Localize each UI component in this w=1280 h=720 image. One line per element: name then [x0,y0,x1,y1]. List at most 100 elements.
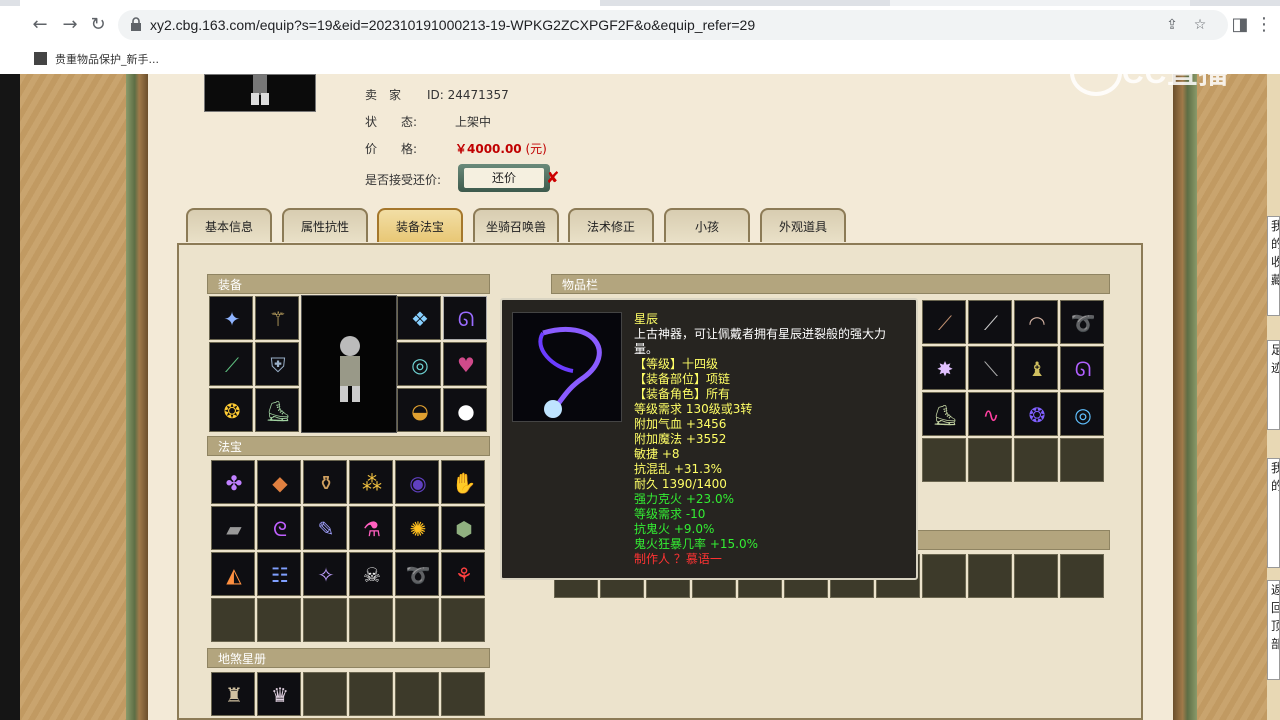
inventory-slot[interactable]: ⟋ [922,300,966,344]
equip-slot[interactable]: ● [443,388,487,432]
bookmark-item[interactable]: 贵重物品保护_新手... [55,51,159,67]
tooltip-maker: 制作人 ？慕语一 [634,552,722,566]
inventory-slot[interactable]: ◎ [1060,392,1104,436]
treasure-slot[interactable]: ✤ [211,460,255,504]
side-card-top[interactable]: 返回顶部 [1267,580,1280,680]
back-icon[interactable]: ← [28,13,52,37]
star-book-slot[interactable]: ♜ [211,672,255,716]
equip-slot[interactable]: ⛨ [255,342,299,386]
inventory-slot[interactable]: ➰ [1060,300,1104,344]
counter-offer-button-label: 还价 [464,168,544,188]
inventory-slot[interactable]: ◠ [1014,300,1058,344]
inventory-slot[interactable]: ᘏ [1060,346,1104,390]
inventory-slot[interactable]: ❂ [1014,392,1058,436]
treasure-slot[interactable]: ☷ [257,552,301,596]
empty-slot [395,598,439,642]
treasure-slot[interactable]: ➰ [395,552,439,596]
side-card-mine[interactable]: 我的 [1267,458,1280,568]
equip-slot[interactable]: ⛸ [255,388,299,432]
empty-slot [257,598,301,642]
tab-mounts-pets[interactable]: 坐骑召唤兽 [473,208,559,242]
treasure-slot[interactable]: ◉ [395,460,439,504]
tab-spell-correction[interactable]: 法术修正 [568,208,654,242]
not-accepted-icon: ✘ [546,168,560,187]
share-icon[interactable]: ⇪ [1162,15,1182,35]
seller-row: 卖 家 ID: 24471357 [365,86,509,103]
weapon-icon: ⚚ [269,307,287,331]
equip-slot[interactable]: ♥ [443,342,487,386]
treasure-slot[interactable]: ◆ [257,460,301,504]
tooltip-stat: 附加魔法 +3552 [634,432,727,446]
treasure-slot[interactable]: ⚗ [349,506,393,550]
browser-toolbar: ← → ↻ xy2.cbg.163.com/equip?s=19&eid=202… [0,6,1280,44]
beads-icon: ❂ [223,399,241,423]
treasure-icon: ᘓ [272,517,288,541]
address-bar[interactable]: xy2.cbg.163.com/equip?s=19&eid=202310191… [118,10,1228,40]
pendant-icon: ♥ [457,353,475,377]
treasure-slot[interactable]: ⚘ [441,552,485,596]
treasure-slot[interactable]: ▰ [211,506,255,550]
treasure-slot[interactable]: ✎ [303,506,347,550]
star-book-slot[interactable]: ♛ [257,672,301,716]
empty-slot [922,554,966,598]
treasure-icon: ✎ [317,517,335,541]
treasure-slot[interactable]: ⬢ [441,506,485,550]
treasure-slot[interactable]: ☠ [349,552,393,596]
equip-slot[interactable]: ◒ [397,388,441,432]
treasure-slot[interactable]: ✋ [441,460,485,504]
boots-icon: ⛸ [265,399,291,423]
lock-icon [131,17,141,31]
url-text[interactable]: xy2.cbg.163.com/equip?s=19&eid=202310191… [150,17,755,33]
spear-icon: ⟋ [225,353,239,377]
inventory-header: 物品栏 [551,274,1110,294]
equip-slot-necklace[interactable]: ᘏ [443,296,487,340]
equip-slot[interactable]: ⟋ [209,342,253,386]
robe-icon: ♝ [1028,357,1046,381]
inventory-slot[interactable]: ⟍ [968,346,1012,390]
inventory-slot[interactable]: ✸ [922,346,966,390]
treasure-slot[interactable]: ◭ [211,552,255,596]
tab-equipment[interactable]: 装备法宝 [377,208,463,242]
orb-icon: ◎ [1074,403,1092,427]
mask-icon: ❖ [411,307,429,331]
equip-slot[interactable]: ❖ [397,296,441,340]
tab-children[interactable]: 小孩 [664,208,750,242]
seller-label: 卖 家 [365,88,402,102]
tab-appearance[interactable]: 外观道具 [760,208,846,242]
forward-icon[interactable]: → [58,13,82,37]
inventory-slot[interactable]: ⛸ [922,392,966,436]
side-card-history[interactable]: 足迹 [1267,340,1280,430]
inventory-slot[interactable]: ∿ [968,392,1012,436]
status-value: 上架中 [455,115,492,129]
treasure-slot[interactable]: ⁂ [349,460,393,504]
equip-slot[interactable]: ❂ [209,388,253,432]
counter-offer-button[interactable]: 还价 [458,164,550,192]
empty-slot [1014,554,1058,598]
equip-slot[interactable]: ✦ [209,296,253,340]
boots-icon: ⛸ [932,403,958,427]
empty-slot [303,598,347,642]
star-icon[interactable]: ☆ [1190,15,1210,35]
side-card-favorites[interactable]: 我的收藏 [1267,216,1280,316]
treasure-icon: ◉ [409,471,427,495]
reload-icon[interactable]: ↻ [86,13,110,37]
menu-icon[interactable]: ⋮ [1252,13,1276,37]
sidepanel-icon[interactable]: ◨ [1228,13,1252,37]
treasure-header: 法宝 [207,436,490,456]
equip-slot[interactable]: ◎ [397,342,441,386]
inventory-slot[interactable]: ♝ [1014,346,1058,390]
tab-basic-info[interactable]: 基本信息 [186,208,272,242]
inventory-slot[interactable]: ⟋ [968,300,1012,344]
empty-slot [441,598,485,642]
counter-offer-label: 是否接受还价: [365,173,442,187]
treasure-slot[interactable]: ✺ [395,506,439,550]
tab-attributes[interactable]: 属性抗性 [282,208,368,242]
left-dark-strip [0,74,20,720]
treasure-slot[interactable]: ⚱ [303,460,347,504]
empty-slot [922,438,966,482]
treasure-slot[interactable]: ᘓ [257,506,301,550]
equip-slot[interactable]: ⚚ [255,296,299,340]
right-decor [1197,74,1267,720]
treasure-slot[interactable]: ✧ [303,552,347,596]
price-value: ￥4000.00 [455,142,522,156]
